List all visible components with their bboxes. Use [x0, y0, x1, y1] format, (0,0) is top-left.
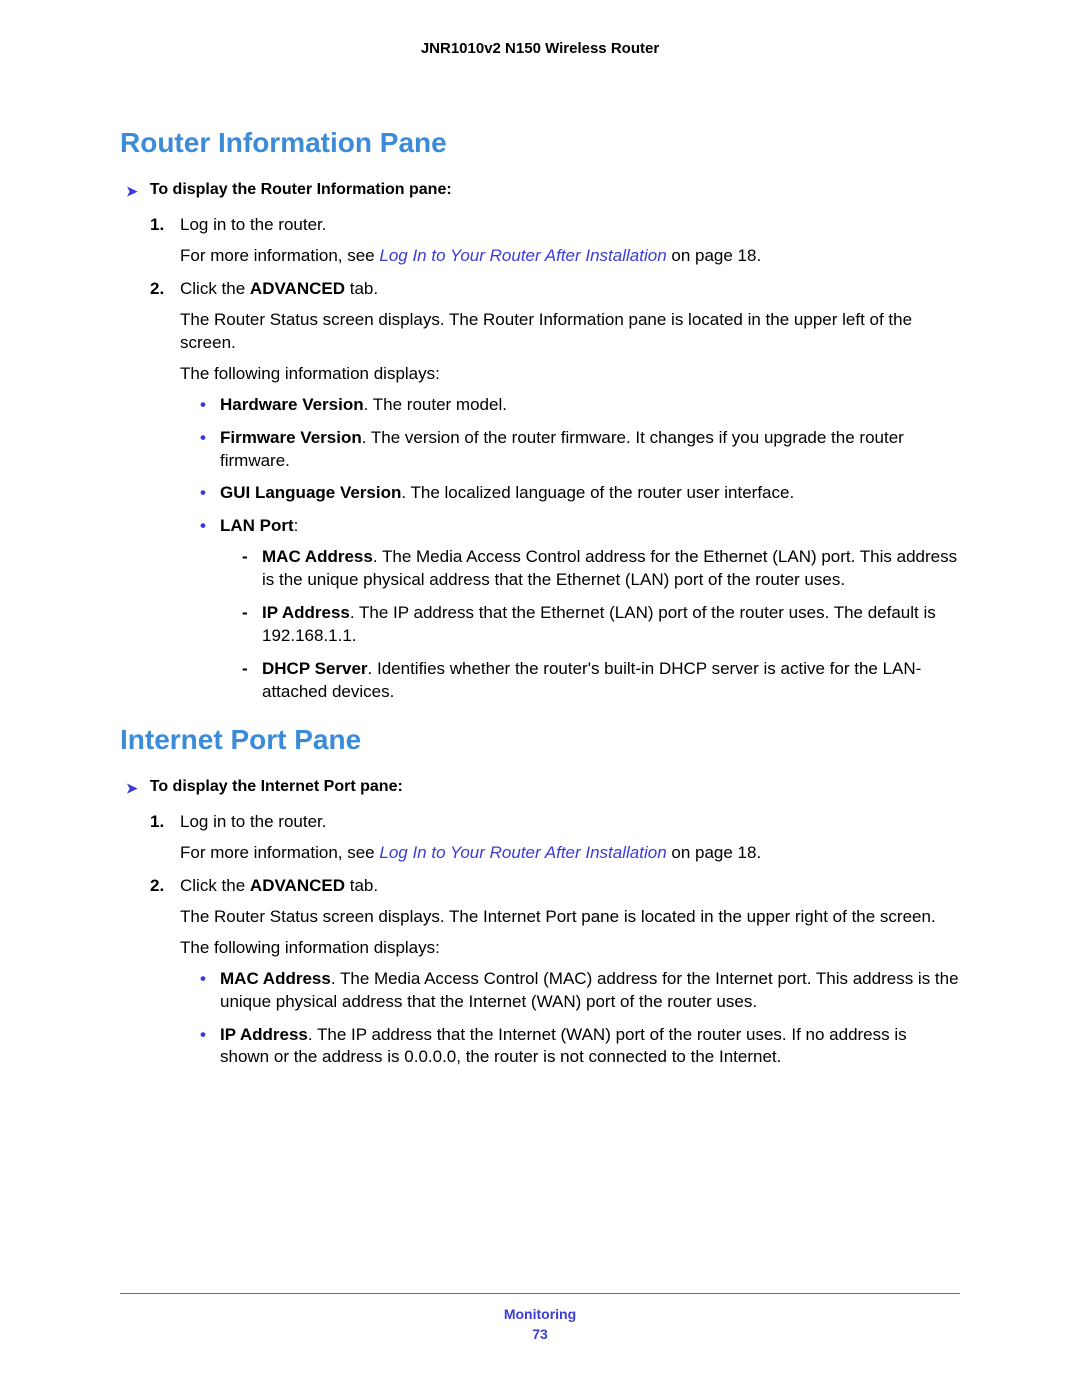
- field-label: MAC Address: [220, 969, 331, 988]
- dash-item: IP Address. The IP address that the Ethe…: [242, 602, 960, 648]
- task-heading: ➤ To display the Internet Port pane:: [120, 778, 960, 797]
- dash-item: MAC Address. The Media Access Control ad…: [242, 546, 960, 592]
- step-more: For more information, see Log In to Your…: [180, 842, 960, 865]
- footer-chapter: Monitoring: [120, 1306, 960, 1322]
- field-label: Hardware Version: [220, 395, 364, 414]
- step-desc: The Router Status screen displays. The R…: [180, 309, 960, 355]
- field-label: LAN Port: [220, 516, 294, 535]
- text: Click the: [180, 876, 250, 895]
- field-label: IP Address: [262, 603, 350, 622]
- field-label: MAC Address: [262, 547, 373, 566]
- text: For more information, see: [180, 246, 379, 265]
- step-item: Click the ADVANCED tab. The Router Statu…: [150, 875, 960, 1070]
- step-text: Log in to the router.: [180, 812, 327, 831]
- text: :: [294, 516, 299, 535]
- field-label: DHCP Server: [262, 659, 368, 678]
- arrow-icon: ➤: [126, 183, 138, 200]
- page-footer: Monitoring 73: [120, 1293, 960, 1342]
- cross-ref-link[interactable]: Log In to Your Router After Installation: [379, 843, 666, 862]
- text: For more information, see: [180, 843, 379, 862]
- task-text: To display the Router Information pane:: [150, 181, 452, 199]
- task-text: To display the Internet Port pane:: [150, 778, 403, 796]
- cross-ref-link[interactable]: Log In to Your Router After Installation: [379, 246, 666, 265]
- steps-list: Log in to the router. For more informati…: [120, 214, 960, 704]
- section-heading-router-info: Router Information Pane: [120, 127, 960, 159]
- bullet-item: IP Address. The IP address that the Inte…: [200, 1024, 960, 1070]
- ui-label: ADVANCED: [250, 876, 345, 895]
- bullet-item: Hardware Version. The router model.: [200, 394, 960, 417]
- sub-bullets: MAC Address. The Media Access Control ad…: [220, 546, 960, 704]
- footer-page-number: 73: [120, 1326, 960, 1342]
- field-desc: . The IP address that the Internet (WAN)…: [220, 1025, 907, 1067]
- step-item: Log in to the router. For more informati…: [150, 214, 960, 268]
- info-bullets: Hardware Version. The router model. Firm…: [180, 394, 960, 704]
- text: on page 18.: [667, 246, 762, 265]
- text: tab.: [345, 876, 378, 895]
- document-page: JNR1010v2 N150 Wireless Router Router In…: [0, 0, 1080, 1397]
- ui-label: ADVANCED: [250, 279, 345, 298]
- step-item: Log in to the router. For more informati…: [150, 811, 960, 865]
- step-more: For more information, see Log In to Your…: [180, 245, 960, 268]
- field-desc: . The Media Access Control (MAC) address…: [220, 969, 959, 1011]
- arrow-icon: ➤: [126, 780, 138, 797]
- footer-rule: [120, 1293, 960, 1294]
- text: tab.: [345, 279, 378, 298]
- field-label: IP Address: [220, 1025, 308, 1044]
- field-label: Firmware Version: [220, 428, 362, 447]
- dash-item: DHCP Server. Identifies whether the rout…: [242, 658, 960, 704]
- field-desc: . The IP address that the Ethernet (LAN)…: [262, 603, 936, 645]
- document-header: JNR1010v2 N150 Wireless Router: [120, 40, 960, 57]
- step-desc: The Router Status screen displays. The I…: [180, 906, 960, 929]
- field-desc: . The router model.: [364, 395, 507, 414]
- bullet-item: LAN Port: MAC Address. The Media Access …: [200, 515, 960, 704]
- field-desc: . The localized language of the router u…: [401, 483, 794, 502]
- step-info: The following information displays:: [180, 937, 960, 960]
- step-text: Log in to the router.: [180, 215, 327, 234]
- steps-list: Log in to the router. For more informati…: [120, 811, 960, 1069]
- text: on page 18.: [667, 843, 762, 862]
- bullet-item: Firmware Version. The version of the rou…: [200, 427, 960, 473]
- bullet-item: MAC Address. The Media Access Control (M…: [200, 968, 960, 1014]
- info-bullets: MAC Address. The Media Access Control (M…: [180, 968, 960, 1070]
- bullet-item: GUI Language Version. The localized lang…: [200, 482, 960, 505]
- field-label: GUI Language Version: [220, 483, 401, 502]
- step-info: The following information displays:: [180, 363, 960, 386]
- section-heading-internet-port: Internet Port Pane: [120, 724, 960, 756]
- text: Click the: [180, 279, 250, 298]
- step-item: Click the ADVANCED tab. The Router Statu…: [150, 278, 960, 704]
- task-heading: ➤ To display the Router Information pane…: [120, 181, 960, 200]
